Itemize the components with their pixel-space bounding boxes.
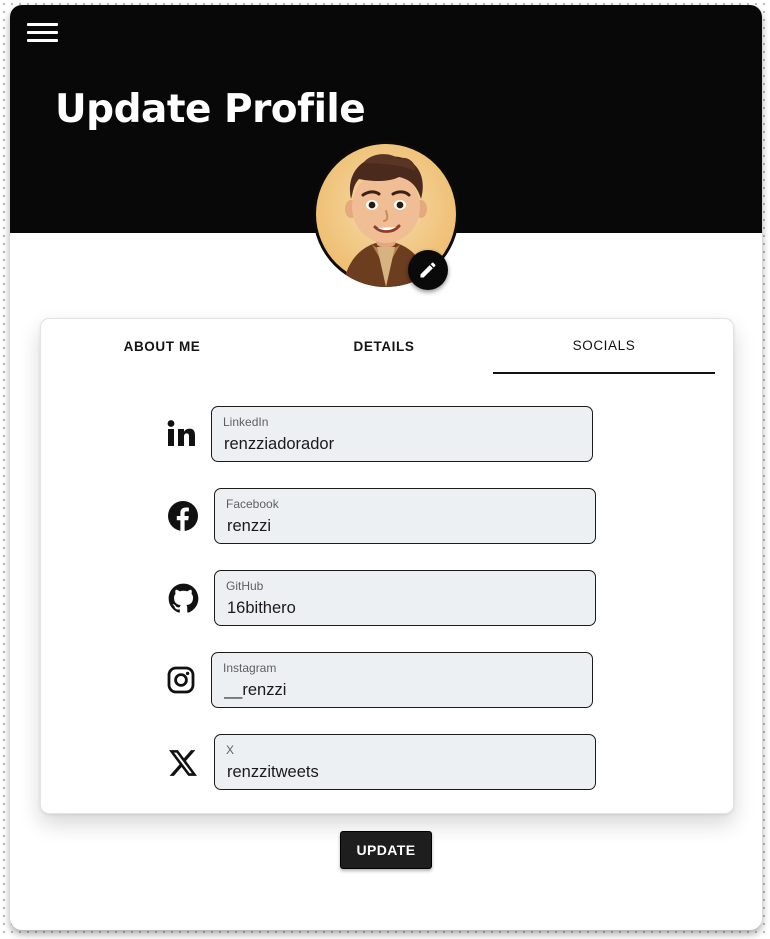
tab-socials[interactable]: SOCIALS xyxy=(493,319,715,374)
github-input[interactable] xyxy=(227,597,577,619)
page-title: Update Profile xyxy=(55,87,366,132)
social-row-github: GitHub xyxy=(161,570,601,628)
tab-details[interactable]: DETAILS xyxy=(273,319,495,374)
linkedin-label: LinkedIn xyxy=(223,415,269,429)
facebook-icon xyxy=(167,500,199,532)
profile-card: Update Profile ABOUT ME DETAILS SOCIALS … xyxy=(10,5,762,930)
tab-about-me[interactable]: ABOUT ME xyxy=(51,319,273,374)
instagram-field[interactable]: Instagram xyxy=(211,652,593,708)
linkedin-input[interactable] xyxy=(224,433,574,455)
edit-avatar-button[interactable] xyxy=(408,250,448,290)
github-field[interactable]: GitHub xyxy=(214,570,596,626)
linkedin-icon xyxy=(165,418,197,450)
linkedin-field[interactable]: LinkedIn xyxy=(211,406,593,462)
x-icon xyxy=(167,747,199,779)
social-row-x: X xyxy=(161,734,601,792)
social-row-linkedin: LinkedIn xyxy=(161,406,601,464)
update-button[interactable]: UPDATE xyxy=(340,831,432,869)
facebook-input[interactable] xyxy=(227,515,577,537)
hamburger-menu-icon[interactable] xyxy=(27,20,59,46)
instagram-icon xyxy=(165,664,197,696)
instagram-label: Instagram xyxy=(223,661,277,675)
x-label: X xyxy=(226,743,235,757)
socials-panel: ABOUT ME DETAILS SOCIALS LinkedIn renzzi… xyxy=(40,318,734,814)
x-input[interactable] xyxy=(227,761,577,783)
instagram-input[interactable] xyxy=(224,679,574,701)
pencil-icon xyxy=(420,262,436,278)
github-label: GitHub xyxy=(226,579,264,593)
social-row-facebook: Facebook xyxy=(161,488,601,546)
tab-bar: ABOUT ME DETAILS SOCIALS xyxy=(51,319,715,375)
facebook-label: Facebook xyxy=(226,497,279,511)
facebook-field[interactable]: Facebook xyxy=(214,488,596,544)
github-icon xyxy=(167,582,199,614)
social-row-instagram: Instagram xyxy=(161,652,601,710)
x-field[interactable]: X xyxy=(214,734,596,790)
